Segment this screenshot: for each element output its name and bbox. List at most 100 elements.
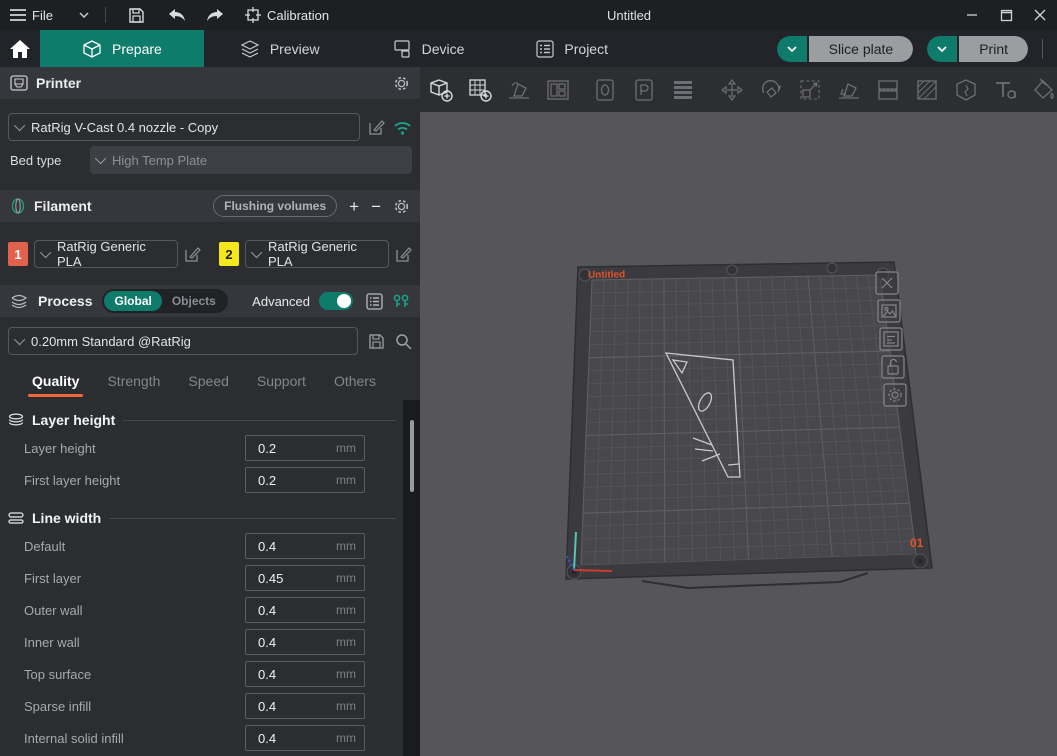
auto-orient-button[interactable] (504, 75, 534, 105)
viewport-3d[interactable]: Untitled 01 (420, 112, 1057, 756)
file-menu[interactable]: File (10, 8, 53, 23)
plate-arrange-button[interactable] (880, 328, 902, 350)
minimize-icon (966, 9, 978, 21)
tab-speed[interactable]: Speed (174, 373, 242, 397)
tab-project-label: Project (564, 41, 608, 57)
line-width-internal-solid-infill-input[interactable]: 0.4 mm (245, 725, 365, 751)
remove-filament-button[interactable]: − (371, 198, 381, 215)
line-width-default-input[interactable]: 0.4 mm (245, 533, 365, 559)
advanced-toggle[interactable] (319, 292, 353, 310)
redo-button[interactable] (205, 8, 225, 22)
file-menu-dropdown[interactable] (79, 12, 89, 18)
params-scrollbar-track[interactable] (403, 400, 420, 756)
param-label: Layer height (24, 441, 96, 456)
save-button[interactable] (128, 7, 145, 24)
next-plate-button[interactable] (629, 75, 659, 105)
process-preset-select[interactable]: 0.20mm Standard @RatRig (8, 327, 358, 355)
param-row: Sparse infill 0.4 mm (0, 690, 420, 722)
scale-button[interactable] (795, 75, 825, 105)
param-label: Default (24, 539, 65, 554)
filament-2-preset-select[interactable]: RatRig Generic PLA (245, 240, 389, 268)
param-value: 0.2 (258, 441, 336, 456)
edit-filament-2-icon[interactable] (395, 246, 412, 263)
home-button[interactable] (0, 30, 40, 67)
group-divider (123, 420, 396, 421)
tab-project[interactable]: Project (500, 30, 644, 67)
print-button[interactable]: Print (927, 36, 1028, 62)
edit-printer-icon[interactable] (368, 119, 385, 136)
scope-global-tab[interactable]: Global (104, 291, 161, 311)
bed-type-select[interactable]: High Temp Plate (90, 146, 412, 174)
save-preset-icon[interactable] (368, 333, 385, 350)
slice-plate-button[interactable]: Slice plate (777, 36, 914, 62)
plate-image-button[interactable] (878, 300, 900, 322)
compare-presets-icon[interactable] (392, 293, 410, 309)
rotate-button[interactable] (756, 75, 786, 105)
tab-prepare[interactable]: Prepare (40, 30, 204, 67)
tab-support[interactable]: Support (243, 373, 320, 397)
first-layer-height-input[interactable]: 0.2 mm (245, 467, 365, 493)
tab-preview[interactable]: Preview (204, 30, 356, 67)
line-width-group-header: Line width (8, 510, 410, 526)
search-settings-icon[interactable] (395, 333, 412, 350)
close-button[interactable] (1023, 0, 1057, 30)
cut-button[interactable] (873, 75, 903, 105)
add-filament-button[interactable]: + (349, 198, 359, 215)
split-cube-icon (953, 77, 979, 103)
delete-plate-button[interactable] (876, 272, 898, 294)
printer-settings-gear-icon[interactable] (393, 75, 410, 92)
param-value: 0.45 (258, 571, 336, 586)
line-width-first-layer-input[interactable]: 0.45 mm (245, 565, 365, 591)
maximize-button[interactable] (989, 0, 1023, 30)
undo-button[interactable] (167, 8, 187, 22)
group-title: Line width (32, 510, 101, 526)
support-paint-button[interactable] (912, 75, 942, 105)
chevron-down-icon (14, 120, 25, 131)
params-scrollbar-thumb[interactable] (410, 420, 414, 492)
layer-height-group-header: Layer height (8, 412, 410, 428)
scope-objects-tab[interactable]: Objects (162, 291, 226, 311)
move-button[interactable] (717, 75, 747, 105)
redo-icon (205, 8, 225, 22)
printer-preset-select[interactable]: RatRig V-Cast 0.4 nozzle - Copy (8, 113, 360, 141)
wifi-connection-icon[interactable] (393, 120, 412, 135)
variable-layer-height-button[interactable] (668, 75, 698, 105)
add-text-button[interactable] (990, 75, 1020, 105)
prev-plate-button[interactable] (590, 75, 620, 105)
plate-name-label[interactable]: Untitled (588, 269, 625, 281)
arrange-button[interactable] (543, 75, 573, 105)
print-dropdown-chevron-icon[interactable] (927, 36, 957, 62)
settings-list-icon[interactable] (366, 293, 383, 310)
tab-strength[interactable]: Strength (93, 373, 174, 397)
filament-2-color-badge[interactable]: 2 (219, 242, 239, 266)
line-width-inner-wall-input[interactable]: 0.4 mm (245, 629, 365, 655)
build-plate[interactable]: Untitled 01 (566, 262, 932, 588)
line-width-sparse-infill-input[interactable]: 0.4 mm (245, 693, 365, 719)
plate-number-label: 01 (910, 536, 924, 550)
param-label: Inner wall (24, 635, 80, 650)
tab-device[interactable]: Device (356, 30, 501, 67)
param-unit: mm (336, 731, 356, 745)
slice-dropdown-chevron-icon[interactable] (777, 36, 807, 62)
filament-1-color-badge[interactable]: 1 (8, 242, 28, 266)
add-plate-button[interactable] (465, 75, 495, 105)
lay-on-face-button[interactable] (834, 75, 864, 105)
tab-quality[interactable]: Quality (18, 373, 93, 397)
line-width-outer-wall-input[interactable]: 0.4 mm (245, 597, 365, 623)
hamburger-icon (10, 9, 26, 21)
filament-settings-gear-icon[interactable] (393, 198, 410, 215)
plate-settings-button[interactable] (884, 384, 906, 406)
split-to-objects-button[interactable] (951, 75, 981, 105)
edit-filament-1-icon[interactable] (184, 246, 201, 263)
flushing-volumes-button[interactable]: Flushing volumes (213, 195, 337, 217)
color-paint-button[interactable] (1029, 75, 1057, 105)
plate-lock-button[interactable] (882, 356, 904, 378)
filament-1-preset-select[interactable]: RatRig Generic PLA (34, 240, 178, 268)
minimize-button[interactable] (955, 0, 989, 30)
tab-others[interactable]: Others (320, 373, 390, 397)
param-value: 0.4 (258, 731, 336, 746)
line-width-top-surface-input[interactable]: 0.4 mm (245, 661, 365, 687)
layer-height-input[interactable]: 0.2 mm (245, 435, 365, 461)
add-object-button[interactable] (426, 75, 456, 105)
calibration-button[interactable]: Calibration (245, 7, 329, 23)
